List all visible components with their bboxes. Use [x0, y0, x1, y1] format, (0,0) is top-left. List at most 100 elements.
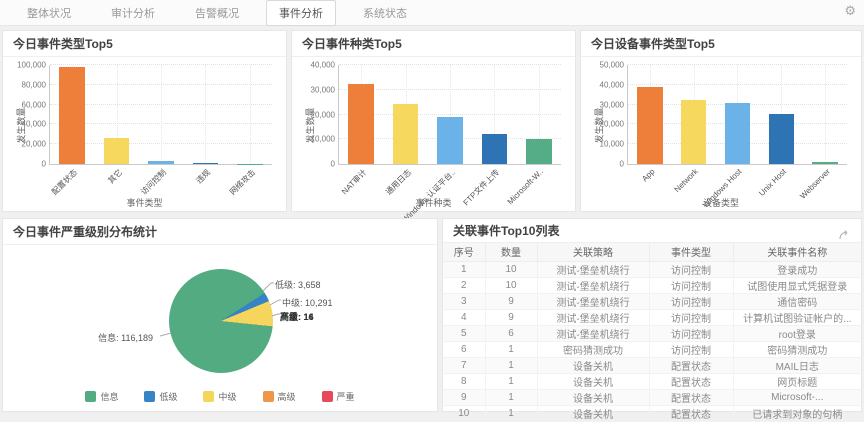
y-tick-label: 100,000	[17, 61, 46, 70]
bar[interactable]	[437, 117, 463, 164]
table-row[interactable]: 61密码猜测成功访问控制密码猜测成功	[443, 341, 861, 357]
bar-column[interactable]: Unix Host	[759, 65, 803, 164]
panel-title: 关联事件Top10列表	[453, 219, 559, 242]
table-row[interactable]: 210测试-堡垒机绕行访问控制试图使用显式凭据登录	[443, 277, 861, 293]
table-cell: 9	[485, 309, 537, 325]
bar[interactable]	[725, 103, 750, 164]
bar[interactable]	[637, 87, 662, 164]
table-cell: 1	[485, 357, 537, 373]
tab-alarm[interactable]: 告警概况	[182, 0, 252, 26]
panel-title: 今日事件类型Top5	[3, 31, 286, 57]
tab-event-analysis[interactable]: 事件分析	[266, 0, 336, 26]
x-axis-label: 事件种类	[292, 196, 575, 209]
x-tick-label: NAT审计	[339, 167, 369, 197]
tab-audit[interactable]: 审计分析	[98, 0, 168, 26]
legend-item[interactable]: 中级	[203, 390, 236, 403]
x-tick-label: 配置状态	[50, 167, 80, 197]
bar-column[interactable]: Windows 认证平台..	[428, 65, 472, 164]
table-row[interactable]: 71设备关机配置状态MAIL日志	[443, 357, 861, 373]
plot-area: 010,00020,00030,00040,00050,000AppNetwor…	[627, 65, 847, 165]
bar-chart-event-kind[interactable]: 发生数量 010,00020,00030,00040,000NAT审计通用日志W…	[292, 57, 575, 211]
column-header: 序号	[443, 243, 485, 261]
bar-chart-device-type[interactable]: 发生数量 010,00020,00030,00040,00050,000AppN…	[581, 57, 861, 211]
x-tick-label: Unix Host	[757, 167, 788, 198]
bar-column[interactable]: 其它	[94, 65, 138, 164]
bar-column[interactable]: 访问控制	[139, 65, 183, 164]
panel-title: 今日事件严重级别分布统计	[3, 219, 437, 245]
bar-column[interactable]: App	[628, 65, 672, 164]
table-cell: 访问控制	[649, 309, 733, 325]
x-axis-label: 设备类型	[581, 196, 861, 209]
bar-column[interactable]: 通用日志	[383, 65, 427, 164]
top-tab-bar: 整体状况 审计分析 告警概况 事件分析 系统状态 ⚙	[0, 0, 864, 26]
bar[interactable]	[193, 163, 219, 164]
table-row[interactable]: 56测试-堡垒机绕行访问控制root登录	[443, 325, 861, 341]
table-cell: 5	[443, 325, 485, 341]
bar-column[interactable]: Windows Host	[716, 65, 760, 164]
table-row[interactable]: 110测试-堡垒机绕行访问控制登录成功	[443, 261, 861, 277]
bar[interactable]	[148, 161, 174, 164]
legend-item[interactable]: 低级	[144, 390, 177, 403]
bar-column[interactable]: 违规	[183, 65, 227, 164]
table-cell: 配置状态	[649, 405, 733, 421]
table-header-row: 序号数量关联策略事件类型关联事件名称	[443, 243, 861, 261]
bar[interactable]	[348, 84, 374, 164]
legend-label: 中级	[218, 390, 236, 403]
pie-chart-severity[interactable]: 信息: 116,189 低级: 3,658 中级: 10,291 高级: 16 …	[3, 245, 437, 411]
bar-column[interactable]: Microsoft-W..	[517, 65, 561, 164]
bar[interactable]	[681, 100, 706, 164]
table-cell: 测试-堡垒机绕行	[537, 293, 649, 309]
table-row[interactable]: 91设备关机配置状态Microsoft-...	[443, 389, 861, 405]
table-cell: 已请求到对象的句柄	[733, 405, 861, 421]
bar-column[interactable]: 配置状态	[50, 65, 94, 164]
table-cell: MAIL日志	[733, 357, 861, 373]
column-header: 事件类型	[649, 243, 733, 261]
y-tick-label: 40,000	[311, 61, 335, 70]
tab-system-status[interactable]: 系统状态	[350, 0, 420, 26]
table-cell: 设备关机	[537, 389, 649, 405]
legend-swatch	[144, 391, 155, 402]
y-tick-label: 20,000	[22, 140, 46, 149]
bar-column[interactable]: Network	[672, 65, 716, 164]
table-cell: 通信密码	[733, 293, 861, 309]
panel-event-kind-top5: 今日事件种类Top5 发生数量 010,00020,00030,00040,00…	[291, 30, 576, 212]
x-tick-label: 访问控制	[138, 167, 168, 197]
x-tick-label: App	[640, 167, 656, 183]
bar[interactable]	[526, 139, 552, 164]
bar[interactable]	[769, 114, 794, 164]
bar-chart-event-type[interactable]: 发生数量 020,00040,00060,00080,000100,000配置状…	[3, 57, 286, 211]
legend-item[interactable]: 信息	[85, 390, 118, 403]
gear-icon[interactable]: ⚙	[844, 3, 856, 19]
table-row[interactable]: 49测试-堡垒机绕行访问控制计算机试图验证帐户的...	[443, 309, 861, 325]
table-cell: 9	[443, 389, 485, 405]
panel-device-event-type-top5: 今日设备事件类型Top5 发生数量 010,00020,00030,00040,…	[580, 30, 862, 212]
share-icon[interactable]	[839, 219, 851, 242]
bar[interactable]	[482, 134, 508, 164]
legend-item[interactable]: 高级	[263, 390, 296, 403]
tab-overall[interactable]: 整体状况	[14, 0, 84, 26]
y-tick-label: 10,000	[311, 135, 335, 144]
table-cell: 测试-堡垒机绕行	[537, 309, 649, 325]
table-row[interactable]: 101设备关机配置状态已请求到对象的句柄	[443, 405, 861, 421]
bar-column[interactable]: NAT审计	[339, 65, 383, 164]
bar[interactable]	[104, 138, 130, 164]
bar-column[interactable]: FTP文件上传	[472, 65, 516, 164]
bar[interactable]	[59, 67, 85, 165]
pie-label-low: 低级: 3,658	[275, 278, 321, 291]
pie[interactable]	[169, 269, 273, 373]
panel-severity-distribution: 今日事件严重级别分布统计 信息: 116,189 低级: 3,658 中级: 1…	[2, 218, 438, 412]
table-row[interactable]: 81设备关机配置状态网页标题	[443, 373, 861, 389]
bar[interactable]	[812, 162, 837, 164]
table-cell: 登录成功	[733, 261, 861, 277]
bar-column[interactable]: 网络攻击	[228, 65, 272, 164]
bar[interactable]	[393, 104, 419, 164]
panel-title: 今日事件种类Top5	[292, 31, 575, 57]
table-row[interactable]: 39测试-堡垒机绕行访问控制通信密码	[443, 293, 861, 309]
legend-item[interactable]: 严重	[322, 390, 355, 403]
y-tick-label: 0	[42, 160, 46, 169]
bar-column[interactable]: Webserver	[803, 65, 847, 164]
legend-label: 信息	[100, 390, 118, 403]
correlated-events-table[interactable]: 序号数量关联策略事件类型关联事件名称 110测试-堡垒机绕行访问控制登录成功21…	[443, 243, 861, 422]
pie-label-critical: 严重: 14	[280, 310, 314, 323]
table-cell: Microsoft-...	[733, 389, 861, 405]
